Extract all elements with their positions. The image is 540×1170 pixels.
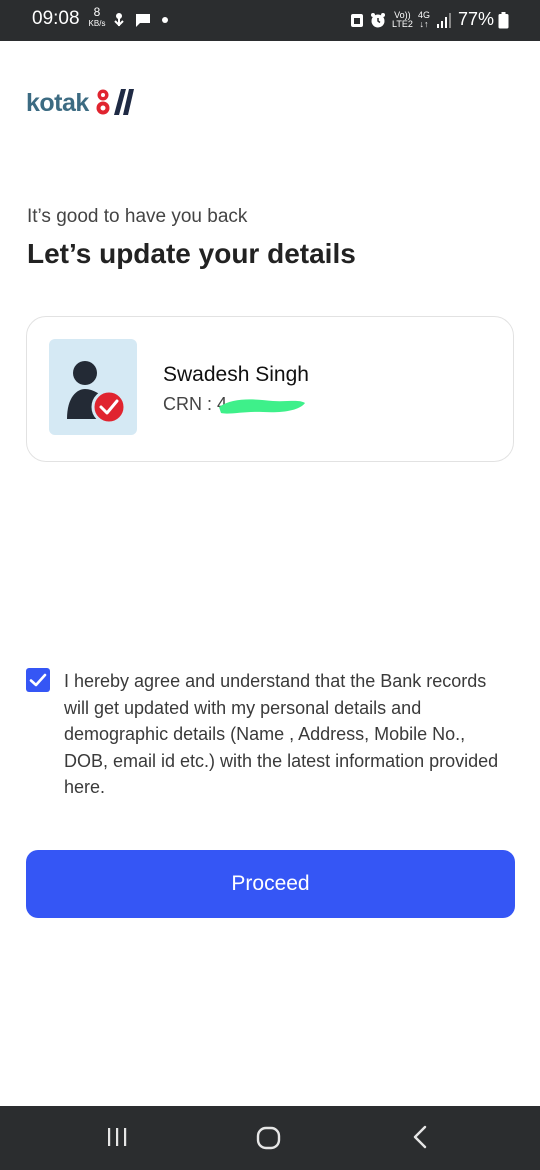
greeting-text: It’s good to have you back (27, 206, 248, 227)
status-time: 09:08 (32, 8, 80, 29)
checkmark-icon (29, 673, 47, 687)
home-icon[interactable] (255, 1124, 283, 1157)
back-icon[interactable] (408, 1124, 434, 1155)
kotak-infinity-icon (96, 89, 134, 115)
network-label: Vo)) LTE2 (392, 11, 413, 29)
battery-icon (498, 12, 509, 34)
alarm-icon (350, 12, 364, 34)
user-name: Swadesh Singh (163, 363, 309, 386)
data-speed-unit: KB/s (88, 19, 106, 28)
data-speed-indicator: 8 KB/s (86, 5, 108, 28)
user-verified-icon (49, 339, 137, 435)
chat-icon (134, 12, 152, 33)
alarm-clock-icon (370, 12, 386, 34)
signal-icon (436, 12, 452, 33)
lte-label: LTE2 (392, 19, 413, 29)
redaction-mark (219, 399, 305, 414)
status-bar: 09:08 8 KB/s Vo)) LTE2 4G ↓↑ 77% (0, 0, 540, 41)
profile-card: Swadesh Singh CRN : 4 (26, 316, 514, 462)
consent-text: I hereby agree and understand that the B… (64, 671, 499, 797)
notification-dot-icon (162, 17, 168, 23)
proceed-button[interactable]: Proceed (26, 850, 515, 918)
navigation-bar (0, 1106, 540, 1170)
page-title: Let’s update your details (27, 238, 356, 269)
recent-apps-icon[interactable] (104, 1124, 130, 1155)
battery-percent: 77% (458, 9, 495, 29)
consent-checkbox[interactable] (26, 668, 50, 692)
network-type-label: 4G (418, 10, 431, 20)
usb-icon (112, 12, 126, 34)
brand-name: kotak (26, 89, 89, 117)
data-speed-value: 8 (93, 5, 101, 19)
network-type: 4G ↓↑ (418, 10, 431, 29)
